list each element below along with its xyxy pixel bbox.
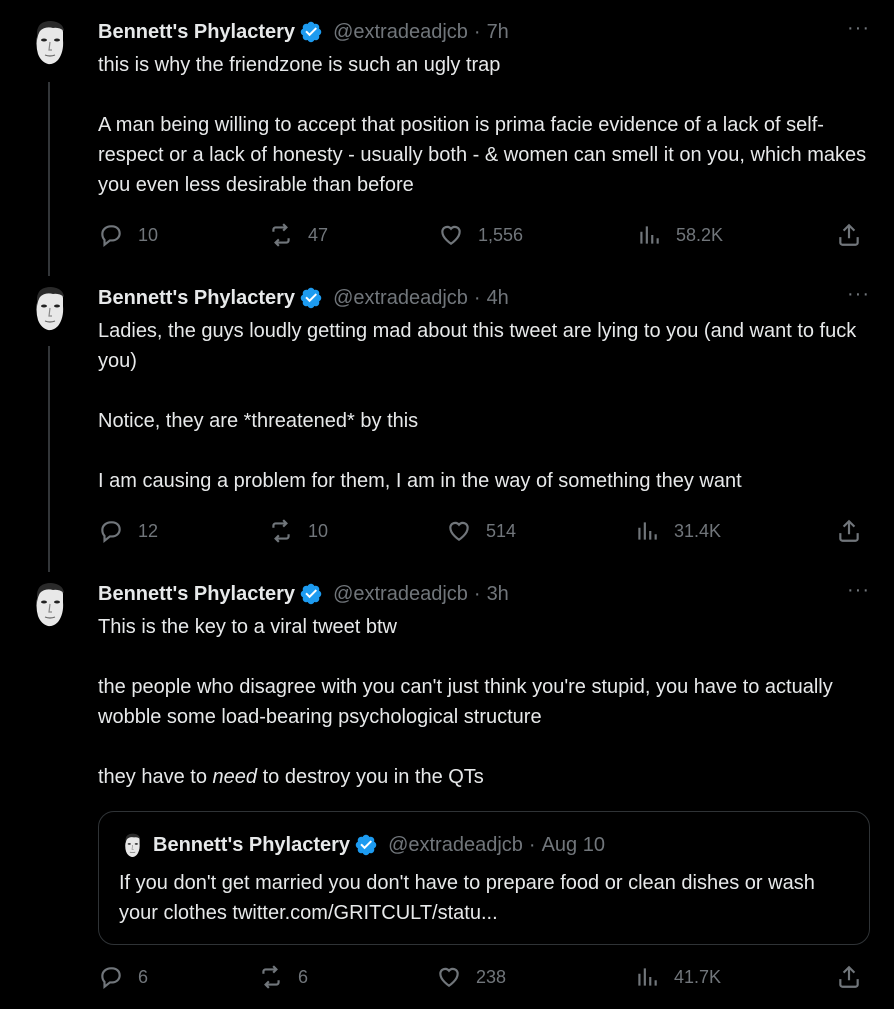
like-count: 1,556 <box>478 224 524 245</box>
retweet-icon <box>272 519 290 543</box>
tweet-header: Bennett's Phylactery @extradeadjcb · 7h … <box>98 18 870 44</box>
tweet-paragraph: Ladies, the guys loudly getting mad abou… <box>98 320 857 372</box>
views-button[interactable]: 41.7K <box>634 962 721 992</box>
avatar[interactable] <box>25 580 73 628</box>
timestamp[interactable]: 4h <box>487 287 509 310</box>
quote-text: If you don't get married you don't have … <box>119 872 815 924</box>
timestamp[interactable]: 3h <box>487 583 509 606</box>
quote-header: Bennett's Phylactery @extradeadjcb · Aug… <box>119 832 605 858</box>
emphasis-text: need <box>212 766 258 788</box>
verified-badge-icon[interactable] <box>299 582 323 606</box>
views-icon <box>638 522 657 540</box>
tweet-text: this is why the friendzone is such an ug… <box>98 50 870 200</box>
tweet-actions: 12 10 514 31.4K <box>98 516 868 546</box>
views-count: 31.4K <box>674 520 722 541</box>
like-button[interactable]: 238 <box>436 962 506 992</box>
retweet-count: 47 <box>308 224 329 245</box>
verified-badge-icon[interactable] <box>299 20 323 44</box>
reply-button[interactable]: 6 <box>98 962 148 992</box>
views-count: 41.7K <box>674 966 722 987</box>
views-icon <box>640 226 659 244</box>
heart-icon <box>439 967 459 987</box>
tweet-actions: 10 47 1,556 58.2K <box>98 220 868 250</box>
quote-author-handle: @extradeadjcb <box>388 833 523 856</box>
avatar[interactable] <box>25 284 73 332</box>
reply-button[interactable]: 12 <box>98 516 158 546</box>
avatar[interactable] <box>25 18 73 66</box>
views-button[interactable]: 58.2K <box>636 220 723 250</box>
tweet-text: This is the key to a viral tweet btw the… <box>98 612 870 792</box>
quote-avatar <box>119 832 145 858</box>
reply-icon <box>101 225 121 248</box>
tweet-actions: 6 6 238 41.7K <box>98 962 868 992</box>
retweet-icon <box>272 223 290 247</box>
tweet-paragraph: Notice, they are *threatened* by this <box>98 410 419 432</box>
share-icon <box>839 965 859 988</box>
retweet-count: 6 <box>298 966 309 987</box>
tweet-1[interactable]: Bennett's Phylactery @extradeadjcb · 7h … <box>0 0 894 268</box>
tweet-paragraph: This is the key to a viral tweet btw <box>98 616 398 638</box>
reply-count: 12 <box>138 520 159 541</box>
tweet-paragraph: the people who disagree with you can't j… <box>98 676 833 728</box>
more-options-icon[interactable]: ··· <box>847 284 870 304</box>
views-button[interactable]: 31.4K <box>634 516 721 546</box>
more-options-icon[interactable]: ··· <box>847 580 870 600</box>
text-segment: they have to <box>98 766 213 788</box>
separator: · <box>473 582 481 605</box>
views-icon <box>638 968 657 986</box>
author-name[interactable]: Bennett's Phylactery <box>98 287 295 310</box>
reply-icon <box>101 967 121 990</box>
quote-timestamp: Aug 10 <box>541 833 605 856</box>
verified-badge-icon[interactable] <box>299 286 323 310</box>
tweet-paragraph: they have to need to destroy you in the … <box>98 762 870 792</box>
retweet-count: 10 <box>308 520 329 541</box>
reply-icon <box>101 521 121 544</box>
more-options-icon[interactable]: ··· <box>847 18 870 38</box>
tweet-paragraph: A man being willing to accept that posit… <box>98 114 867 196</box>
share-button[interactable] <box>836 516 862 546</box>
author-handle[interactable]: @extradeadjcb <box>333 583 468 606</box>
tweet-3[interactable]: Bennett's Phylactery @extradeadjcb · 3h … <box>0 564 894 1009</box>
reply-count: 10 <box>138 224 159 245</box>
reply-count: 6 <box>138 966 149 987</box>
reply-button[interactable]: 10 <box>98 220 158 250</box>
author-handle[interactable]: @extradeadjcb <box>333 287 468 310</box>
retweet-icon <box>262 965 280 989</box>
quoted-tweet[interactable]: Bennett's Phylactery @extradeadjcb · Aug… <box>98 811 870 945</box>
retweet-button[interactable]: 47 <box>268 220 328 250</box>
heart-icon <box>449 521 469 541</box>
like-button[interactable]: 514 <box>446 516 516 546</box>
share-button[interactable] <box>836 962 862 992</box>
tweet-text: Ladies, the guys loudly getting mad abou… <box>98 316 870 496</box>
retweet-button[interactable]: 6 <box>258 962 308 992</box>
author-name[interactable]: Bennett's Phylactery <box>98 21 295 44</box>
share-icon <box>839 519 859 542</box>
like-count: 514 <box>486 520 517 541</box>
like-count: 238 <box>476 966 507 987</box>
share-button[interactable] <box>836 220 862 250</box>
separator: · <box>473 20 481 43</box>
tweet-paragraph: this is why the friendzone is such an ug… <box>98 54 501 76</box>
text-segment: to destroy you in the QTs <box>257 766 484 788</box>
verified-badge-icon <box>354 833 378 857</box>
retweet-button[interactable]: 10 <box>268 516 328 546</box>
like-button[interactable]: 1,556 <box>438 220 523 250</box>
timestamp[interactable]: 7h <box>487 21 509 44</box>
tweet-header: Bennett's Phylactery @extradeadjcb · 3h … <box>98 580 870 606</box>
separator: · <box>528 833 536 856</box>
tweet-header: Bennett's Phylactery @extradeadjcb · 4h … <box>98 284 870 310</box>
tweet-paragraph: I am causing a problem for them, I am in… <box>98 470 742 492</box>
author-handle[interactable]: @extradeadjcb <box>333 21 468 44</box>
separator: · <box>473 286 481 309</box>
quote-author-name: Bennett's Phylactery <box>153 833 351 856</box>
share-icon <box>839 223 859 246</box>
views-count: 58.2K <box>676 224 724 245</box>
heart-icon <box>441 225 461 245</box>
author-name[interactable]: Bennett's Phylactery <box>98 583 295 606</box>
tweet-2[interactable]: Bennett's Phylactery @extradeadjcb · 4h … <box>0 268 894 564</box>
